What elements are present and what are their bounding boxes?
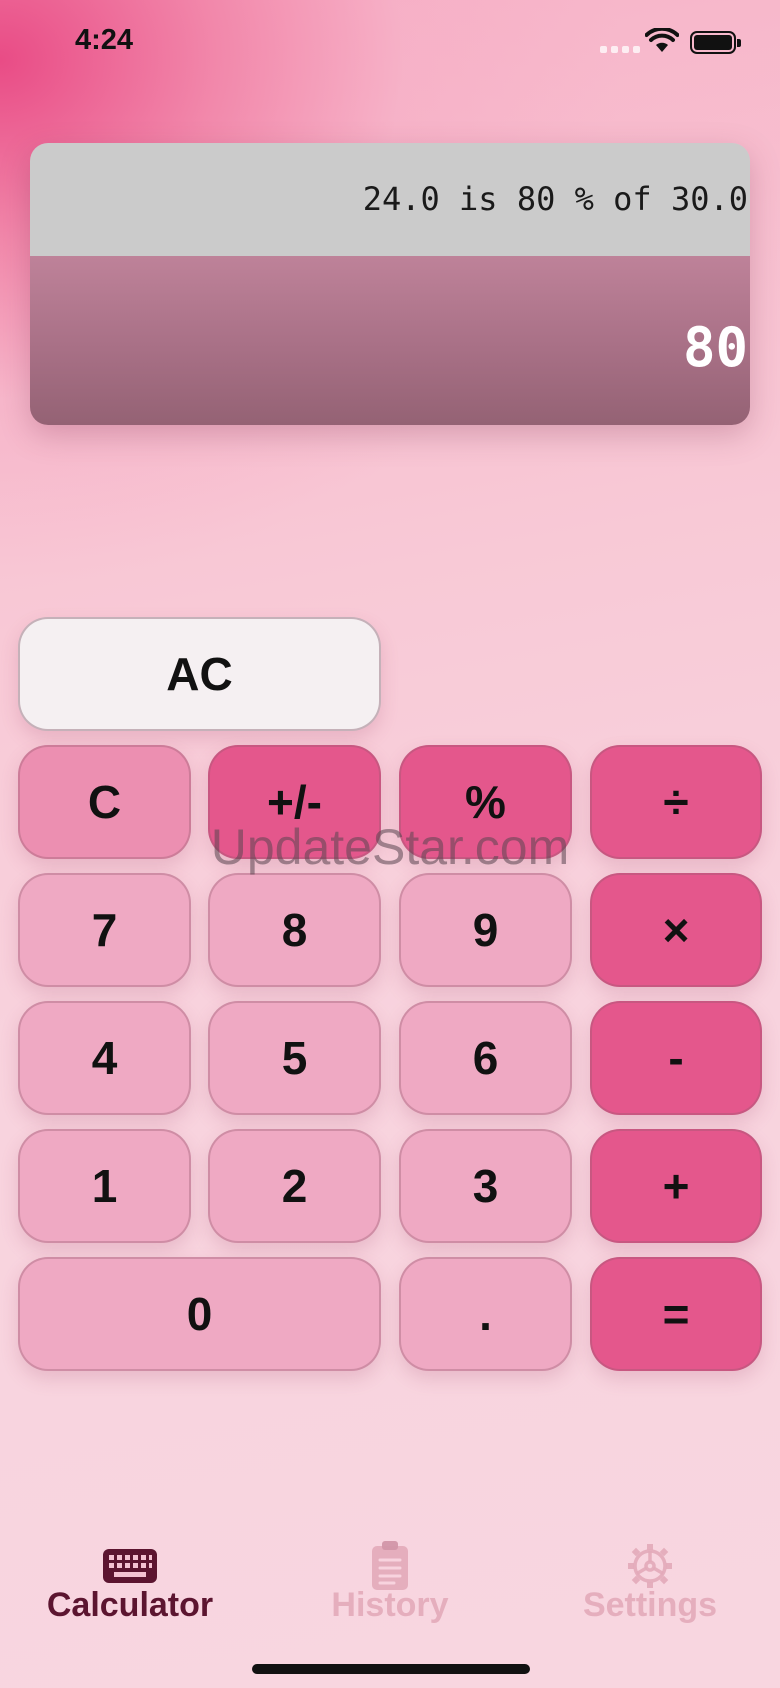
tab-settings[interactable]: Settings <box>520 1540 780 1640</box>
digit-6-button[interactable]: 6 <box>399 1001 572 1115</box>
divide-button[interactable]: ÷ <box>590 745 762 859</box>
tab-history-label: History <box>331 1586 449 1624</box>
wifi-icon <box>645 28 679 52</box>
digit-8-button[interactable]: 8 <box>208 873 381 987</box>
digit-7-button[interactable]: 7 <box>18 873 191 987</box>
calculator-display: 24.0 is 80 % of 30.0 80 <box>30 143 750 425</box>
clipboard-icon <box>372 1541 408 1590</box>
battery-icon <box>690 31 741 54</box>
cellular-signal-icon <box>600 46 640 53</box>
equals-button[interactable]: = <box>590 1257 762 1371</box>
clear-button[interactable]: C <box>18 745 191 859</box>
digit-4-button[interactable]: 4 <box>18 1001 191 1115</box>
expression-text: 24.0 is 80 % of 30.0 <box>362 180 748 218</box>
tab-history[interactable]: History <box>260 1540 520 1640</box>
digit-5-button[interactable]: 5 <box>208 1001 381 1115</box>
result-value: 80 <box>682 316 748 379</box>
tab-settings-label: Settings <box>582 1586 718 1624</box>
percent-button[interactable]: % <box>399 745 572 859</box>
digit-1-button[interactable]: 1 <box>18 1129 191 1243</box>
expression-area: 24.0 is 80 % of 30.0 <box>30 143 750 256</box>
tab-calculator-label: Calculator <box>46 1586 214 1624</box>
add-button[interactable]: + <box>590 1129 762 1243</box>
digit-3-button[interactable]: 3 <box>399 1129 572 1243</box>
multiply-button[interactable]: × <box>590 873 762 987</box>
digit-2-button[interactable]: 2 <box>208 1129 381 1243</box>
result-area: 80 <box>30 256 750 425</box>
home-indicator[interactable] <box>252 1664 530 1674</box>
decimal-button[interactable]: . <box>399 1257 572 1371</box>
sign-toggle-button[interactable]: +/- <box>208 745 381 859</box>
gear-icon <box>628 1544 672 1588</box>
digit-0-button[interactable]: 0 <box>18 1257 381 1371</box>
digit-9-button[interactable]: 9 <box>399 873 572 987</box>
all-clear-button[interactable]: AC <box>18 617 381 731</box>
subtract-button[interactable]: - <box>590 1001 762 1115</box>
status-time: 4:24 <box>75 24 134 56</box>
keyboard-icon <box>103 1549 157 1583</box>
tab-calculator[interactable]: Calculator <box>0 1540 260 1640</box>
status-bar: 4:24 <box>0 0 780 90</box>
